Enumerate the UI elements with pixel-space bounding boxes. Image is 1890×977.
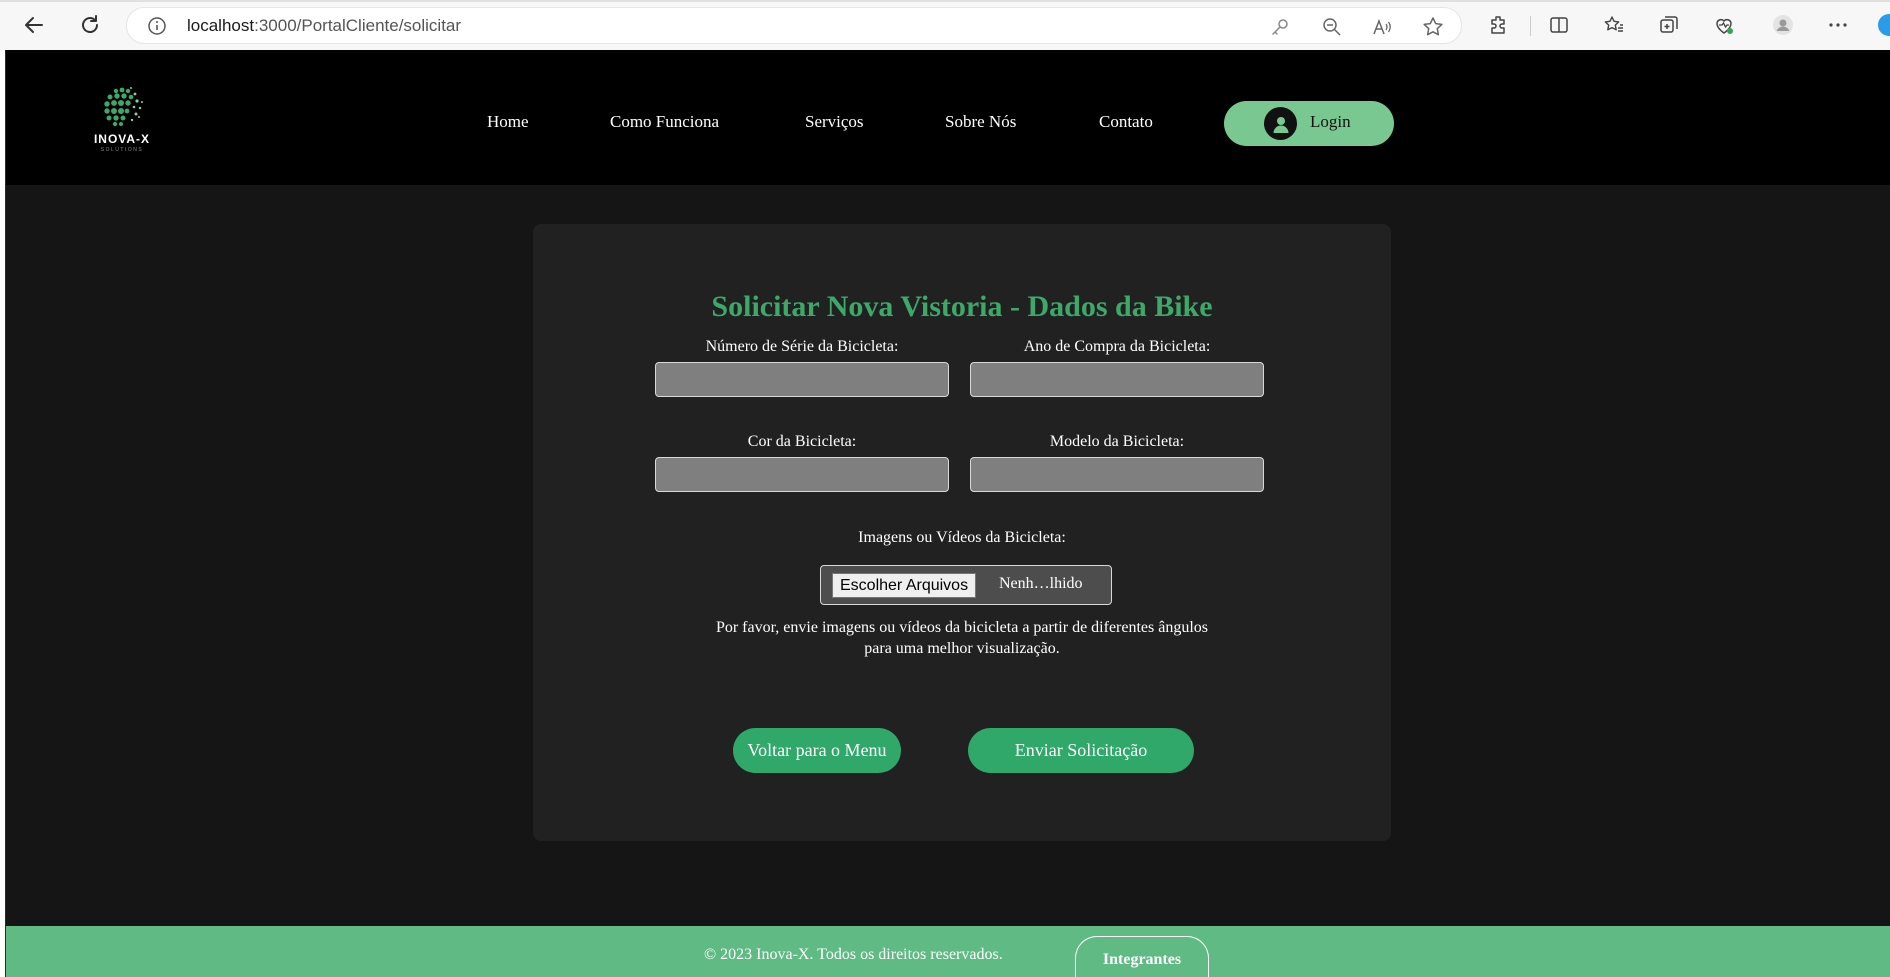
request-form-card: Solicitar Nova Vistoria - Dados da Bike … bbox=[533, 224, 1391, 841]
form-title: Solicitar Nova Vistoria - Dados da Bike bbox=[711, 290, 1213, 323]
zoom-out-icon[interactable] bbox=[1321, 16, 1343, 38]
nav-sobre-nos[interactable]: Sobre Nós bbox=[945, 112, 1016, 132]
url-text[interactable]: localhost:3000/PortalCliente/solicitar bbox=[187, 16, 461, 36]
bike-color-input[interactable] bbox=[655, 457, 949, 492]
copilot-icon[interactable] bbox=[1878, 14, 1890, 36]
copyright-text: © 2023 Inova-X. Todos os direitos reserv… bbox=[704, 946, 1003, 963]
favorite-star-icon[interactable] bbox=[1422, 16, 1444, 38]
address-bar[interactable]: localhost:3000/PortalCliente/solicitar bbox=[126, 7, 1462, 44]
toolbar-divider bbox=[1530, 16, 1531, 36]
collections-icon[interactable] bbox=[1652, 8, 1686, 42]
read-aloud-icon[interactable] bbox=[1371, 16, 1393, 38]
tab-strip bbox=[0, 0, 1890, 2]
url-path: :3000/PortalCliente/solicitar bbox=[254, 16, 462, 35]
user-icon bbox=[1264, 107, 1297, 140]
choose-files-button[interactable]: Escolher Arquivos bbox=[832, 573, 977, 598]
upload-hint-line-2: para uma melhor visualização. bbox=[864, 640, 1060, 657]
site-footer: © 2023 Inova-X. Todos os direitos reserv… bbox=[6, 926, 1890, 977]
login-label: Login bbox=[1310, 112, 1351, 131]
upload-hint-line-1: Por favor, envie imagens ou vídeos da bi… bbox=[715, 619, 1209, 636]
browser-essentials-icon[interactable] bbox=[1707, 8, 1741, 42]
back-to-menu-button[interactable]: Voltar para o Menu bbox=[733, 728, 901, 773]
bike-color-label: Cor da Bicicleta: bbox=[747, 433, 857, 450]
logo-text: INOVA-X bbox=[93, 132, 151, 146]
back-icon[interactable] bbox=[17, 8, 51, 42]
serial-number-input[interactable] bbox=[655, 362, 949, 397]
nav-como-funciona[interactable]: Como Funciona bbox=[610, 112, 719, 132]
upload-hint: Por favor, envie imagens ou vídeos da bi… bbox=[662, 617, 1262, 659]
login-button[interactable]: Login bbox=[1224, 101, 1394, 146]
purchase-year-label: Ano de Compra da Bicicleta: bbox=[1023, 338, 1211, 355]
favorites-icon[interactable] bbox=[1597, 8, 1631, 42]
team-members-button[interactable]: Integrantes bbox=[1075, 936, 1209, 977]
logo-globe-icon bbox=[104, 87, 143, 127]
bike-model-label: Modelo da Bicicleta: bbox=[1049, 433, 1185, 450]
url-host: localhost bbox=[187, 16, 255, 35]
browser-toolbar: localhost:3000/PortalCliente/solicitar bbox=[0, 0, 1890, 50]
more-menu-icon[interactable] bbox=[1821, 8, 1855, 42]
key-icon[interactable] bbox=[1269, 16, 1291, 38]
nav-servicos[interactable]: Serviços bbox=[805, 112, 864, 132]
serial-number-label: Número de Série da Bicicleta: bbox=[705, 338, 899, 355]
site-header: INOVA-X SOLUTIONS Home Como Funciona Ser… bbox=[6, 50, 1890, 185]
bike-model-input[interactable] bbox=[970, 457, 1264, 492]
split-screen-icon[interactable] bbox=[1542, 8, 1576, 42]
nav-home[interactable]: Home bbox=[487, 112, 529, 132]
site-logo[interactable]: INOVA-X SOLUTIONS bbox=[86, 82, 158, 162]
nav-contato[interactable]: Contato bbox=[1099, 112, 1153, 132]
purchase-year-input[interactable] bbox=[970, 362, 1264, 397]
refresh-icon[interactable] bbox=[73, 8, 107, 42]
media-upload-label: Imagens ou Vídeos da Bicicleta: bbox=[858, 529, 1066, 546]
file-status-text: Nenh…lhido bbox=[999, 575, 1083, 592]
submit-request-button[interactable]: Enviar Solicitação bbox=[968, 728, 1194, 773]
extensions-icon[interactable] bbox=[1482, 8, 1516, 42]
profile-icon[interactable] bbox=[1766, 8, 1800, 42]
page-viewport: INOVA-X SOLUTIONS Home Como Funciona Ser… bbox=[5, 50, 1890, 977]
info-icon[interactable] bbox=[147, 16, 167, 36]
logo-subtitle: SOLUTIONS bbox=[100, 147, 144, 153]
file-upload-input[interactable]: Escolher Arquivos Nenh…lhido bbox=[820, 565, 1112, 605]
